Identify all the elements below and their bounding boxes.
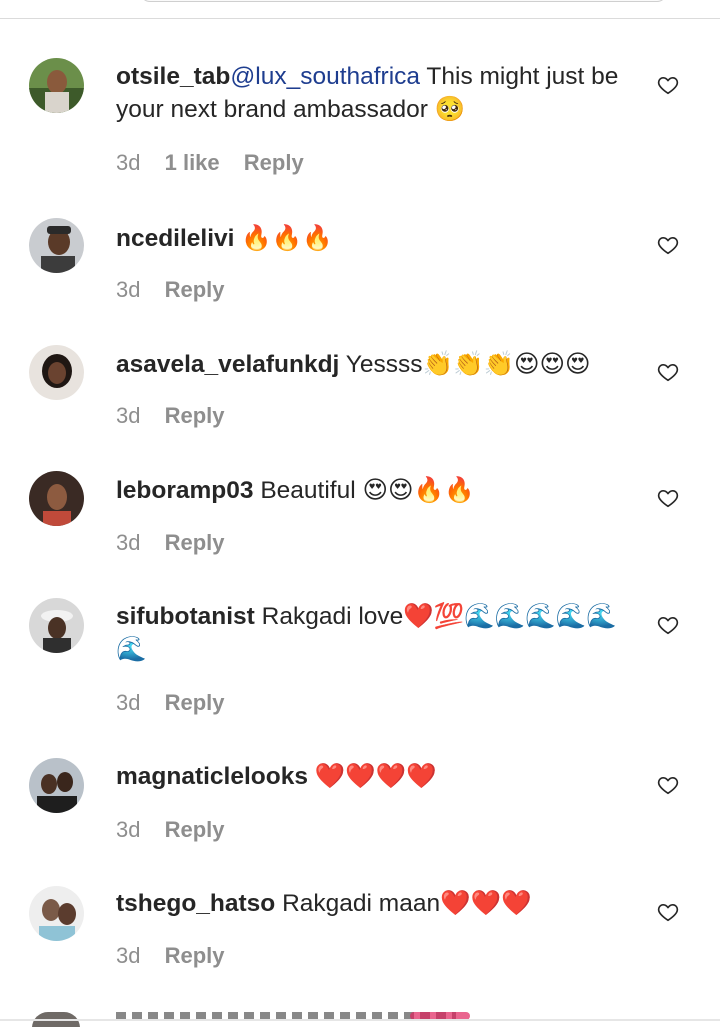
comment-text: ncedilelivi 🔥🔥🔥: [116, 222, 620, 255]
comment-input-field[interactable]: [140, 0, 667, 2]
comment-text: otsile_tab@lux_southafrica This might ju…: [116, 60, 620, 126]
comment-time: 3d: [116, 150, 141, 175]
avatar[interactable]: [29, 886, 84, 941]
comment-body: Rakgadi maan❤️❤️❤️: [275, 890, 532, 917]
comment-username[interactable]: otsile_tab: [116, 63, 230, 90]
reply-button[interactable]: Reply: [165, 403, 225, 428]
comment-text: asavela_velafunkdj Yessss👏👏👏😍😍😍: [116, 348, 620, 381]
comment-time: 3d: [116, 817, 141, 842]
comment-text: tshego_hatso Rakgadi maan❤️❤️❤️: [116, 887, 620, 920]
heart-outline-icon[interactable]: [657, 234, 679, 256]
comment-meta: 3d Reply: [116, 403, 243, 429]
comment-text: magnaticlelooks ❤️❤️❤️❤️: [116, 760, 620, 793]
reply-button[interactable]: Reply: [165, 817, 225, 842]
next-comment-peek: [0, 1010, 720, 1027]
reply-button[interactable]: Reply: [165, 943, 225, 968]
avatar[interactable]: [29, 598, 84, 653]
comment-meta: 3d 1 like Reply: [116, 150, 322, 176]
reply-button[interactable]: Reply: [165, 690, 225, 715]
comment-text: leboramp03 Beautiful 😍😍🔥🔥: [116, 474, 620, 507]
comment-username[interactable]: asavela_velafunkdj: [116, 351, 339, 378]
comment-body: Yessss👏👏👏😍😍😍: [339, 351, 591, 378]
comment-time: 3d: [116, 690, 141, 715]
comments-screen: otsile_tab@lux_southafrica This might ju…: [0, 0, 720, 1027]
comment-text: sifubotanist Rakgadi love❤️💯🌊🌊🌊🌊🌊🌊: [116, 600, 620, 666]
reply-button[interactable]: Reply: [165, 277, 225, 302]
comment-likes[interactable]: 1 like: [165, 150, 220, 175]
heart-outline-icon[interactable]: [657, 487, 679, 509]
reply-button[interactable]: Reply: [244, 150, 304, 175]
comment-username[interactable]: tshego_hatso: [116, 890, 275, 917]
comment-time: 3d: [116, 277, 141, 302]
comment-username[interactable]: leboramp03: [116, 477, 254, 504]
comment-username[interactable]: magnaticlelooks: [116, 763, 308, 790]
heart-outline-icon[interactable]: [657, 74, 679, 96]
comment-meta: 3d Reply: [116, 817, 243, 843]
comment-body: Beautiful 😍😍🔥🔥: [253, 477, 475, 504]
heart-outline-icon[interactable]: [657, 901, 679, 923]
comment-input-bar: [0, 0, 720, 19]
comment-meta: 3d Reply: [116, 690, 243, 716]
comment-username[interactable]: sifubotanist: [116, 603, 255, 630]
navigation-bar-edge: [0, 1019, 720, 1021]
comment-time: 3d: [116, 943, 141, 968]
comment-meta: 3d Reply: [116, 943, 243, 969]
avatar[interactable]: [29, 471, 84, 526]
comment-time: 3d: [116, 403, 141, 428]
avatar[interactable]: [29, 58, 84, 113]
heart-outline-icon[interactable]: [657, 774, 679, 796]
heart-outline-icon[interactable]: [657, 361, 679, 383]
comment-time: 3d: [116, 530, 141, 555]
comment-meta: 3d Reply: [116, 530, 243, 556]
heart-outline-icon[interactable]: [657, 614, 679, 636]
reply-button[interactable]: Reply: [165, 530, 225, 555]
comment-meta: 3d Reply: [116, 277, 243, 303]
avatar[interactable]: [29, 345, 84, 400]
comment-username[interactable]: ncedilelivi: [116, 225, 234, 252]
comment-body: ❤️❤️❤️❤️: [307, 763, 437, 790]
comment-mention[interactable]: @lux_southafrica: [230, 63, 420, 90]
avatar[interactable]: [29, 218, 84, 273]
avatar[interactable]: [29, 758, 84, 813]
comment-body: 🔥🔥🔥: [234, 225, 333, 252]
